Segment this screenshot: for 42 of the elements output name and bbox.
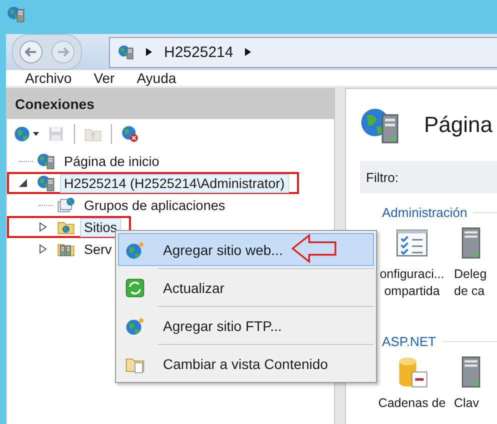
group-heading: Administración — [382, 205, 468, 220]
menu-item[interactable]: Actualizar — [118, 271, 374, 304]
tree-item[interactable]: Página de inicio — [60, 152, 164, 170]
menu-item[interactable]: Ayuda — [136, 70, 176, 86]
collapsed-icon[interactable] — [39, 244, 47, 254]
menu-item[interactable]: Archivo — [25, 70, 72, 86]
feature-label[interactable]: onfiguraci... — [380, 266, 444, 283]
globe-star-icon — [125, 316, 145, 336]
page-title: Página — [424, 112, 493, 138]
group-heading: ASP.NET — [382, 334, 436, 349]
expanded-icon[interactable] — [19, 179, 27, 187]
windows-globe-icon — [57, 196, 75, 214]
app-icon — [7, 5, 25, 23]
globe-star-icon — [125, 240, 145, 260]
caret-icon[interactable] — [33, 132, 39, 136]
breadcrumb[interactable]: H2525214 — [164, 44, 234, 60]
globe-server-icon — [37, 152, 55, 170]
feature-label[interactable]: de ca — [454, 283, 485, 300]
tree-item[interactable]: Sitios — [80, 218, 122, 236]
menu-item[interactable]: Cambiar a vista Contenido — [118, 347, 374, 380]
chevron-icon[interactable] — [146, 48, 152, 56]
filter-label: Filtro: — [366, 170, 398, 184]
address-bar[interactable]: H2525214 — [109, 36, 497, 68]
feature-label[interactable]: Deleg — [454, 266, 487, 283]
globe-server-icon — [37, 174, 55, 192]
menu-item[interactable]: Agregar sitio FTP... — [118, 309, 374, 342]
back-button[interactable] — [19, 40, 43, 64]
refresh-icon — [125, 278, 145, 298]
tree-item[interactable]: Serv — [80, 240, 116, 258]
globe-server-icon — [118, 44, 134, 60]
collapsed-icon[interactable] — [39, 222, 47, 232]
globe-icon[interactable] — [13, 125, 31, 143]
menu-item[interactable]: Ver — [94, 70, 115, 86]
feature-label[interactable]: Clav — [454, 395, 480, 412]
feature-label[interactable]: ompartida — [384, 283, 440, 300]
panel-header: Conexiones — [7, 89, 334, 119]
feature-label[interactable]: Cadenas de — [378, 395, 446, 412]
tree-item[interactable]: H2525214 (H2525214\Administrator) — [60, 174, 289, 192]
globe-error-icon[interactable] — [121, 125, 139, 143]
menu-item[interactable]: Agregar sitio web... — [118, 233, 374, 266]
tree-item[interactable]: Grupos de aplicaciones — [80, 196, 230, 214]
chevron-icon[interactable] — [245, 48, 252, 56]
